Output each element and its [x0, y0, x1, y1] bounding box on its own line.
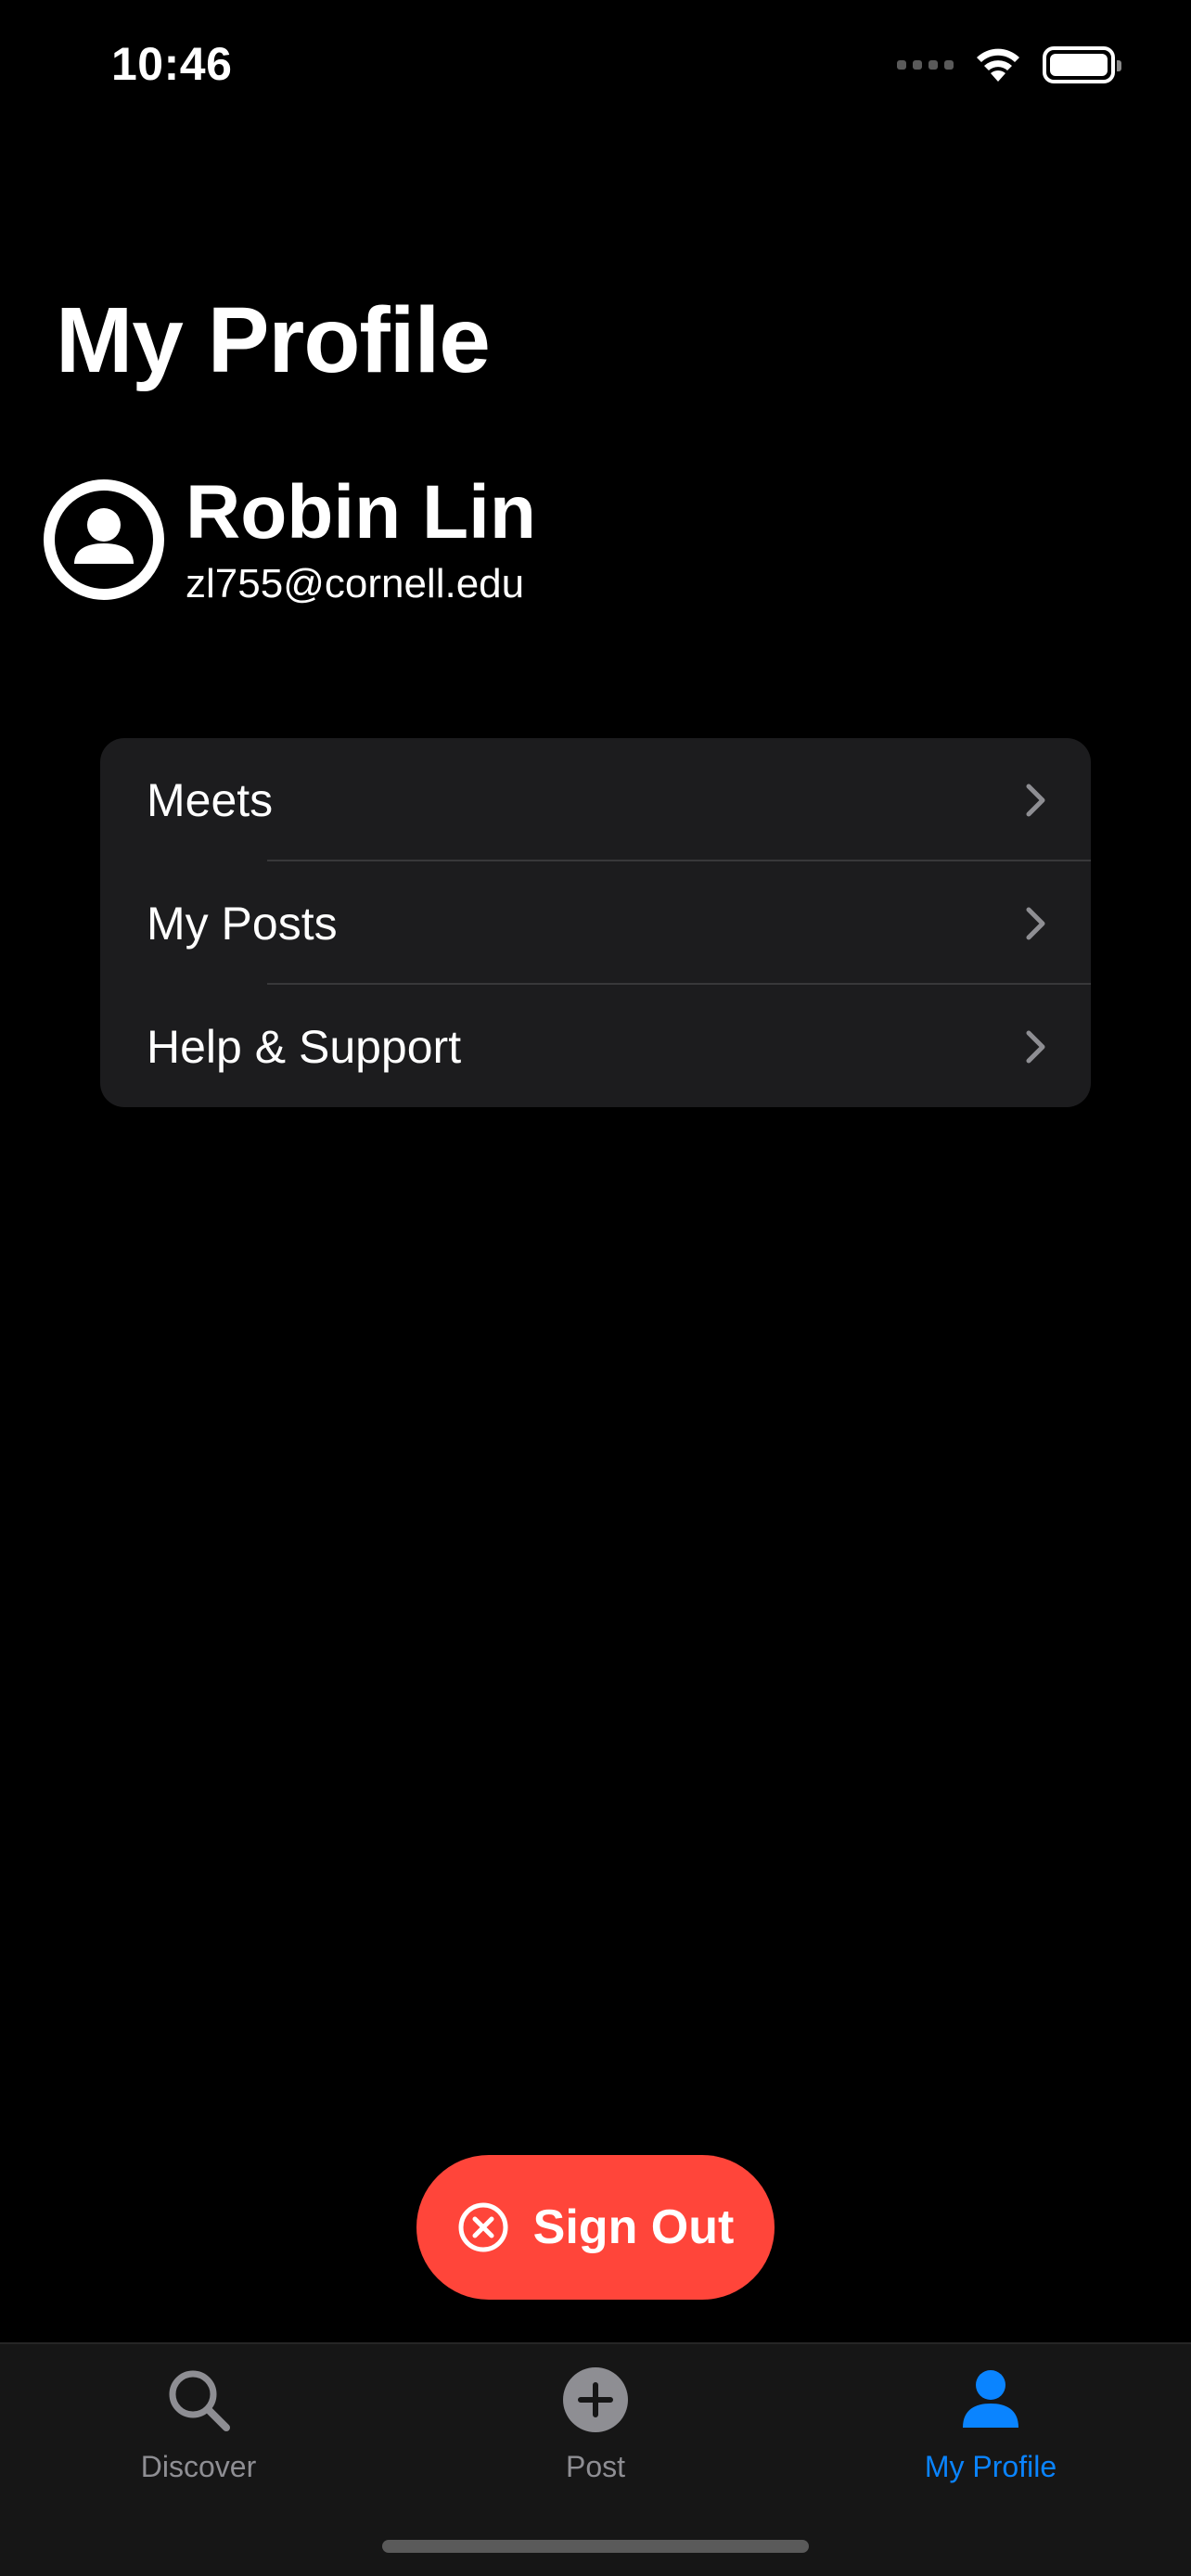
battery-icon [1043, 46, 1121, 83]
person-circle-icon [44, 479, 164, 600]
menu-item-meets[interactable]: Meets [100, 738, 1091, 861]
person-icon [963, 2370, 1018, 2428]
menu-item-label: My Posts [147, 897, 338, 950]
sign-out-label: Sign Out [532, 2200, 735, 2254]
home-indicator [382, 2540, 809, 2553]
plus-circle-icon [563, 2367, 628, 2432]
menu-item-help-support[interactable]: Help & Support [100, 985, 1091, 1107]
tab-post[interactable]: Post [456, 2363, 735, 2484]
status-icons [897, 46, 1121, 83]
profile-email: zl755@cornell.edu [186, 561, 525, 606]
menu-item-label: Meets [147, 773, 274, 826]
profile-header: Robin Lin zl755@cornell.edu [43, 475, 536, 605]
menu-item-my-posts[interactable]: My Posts [100, 861, 1091, 985]
tab-bar: Discover Post My Profile [0, 2342, 1191, 2576]
tab-label: Post [565, 2450, 626, 2483]
status-time: 10:46 [111, 38, 233, 90]
tab-label: Discover [140, 2450, 257, 2483]
x-circle-icon [458, 2202, 508, 2252]
tab-my-profile[interactable]: My Profile [852, 2363, 1130, 2484]
cellular-signal-icon [897, 60, 954, 70]
menu-item-label: Help & Support [147, 1020, 462, 1073]
profile-screen: 10:46 My Profile Robin Lin zl755@cornell… [0, 0, 1191, 2576]
wifi-icon [977, 48, 1019, 82]
search-icon [169, 2370, 230, 2431]
chevron-right-icon [1026, 784, 1045, 816]
tab-discover[interactable]: Discover [59, 2363, 338, 2484]
chevron-right-icon [1026, 907, 1045, 939]
page-title: My Profile [56, 288, 491, 392]
tab-label: My Profile [924, 2450, 1057, 2483]
chevron-right-icon [1026, 1030, 1045, 1063]
profile-menu: Meets My Posts Help & Support [100, 738, 1091, 1107]
sign-out-button[interactable]: Sign Out [416, 2155, 775, 2300]
profile-name: Robin Lin [186, 470, 537, 555]
